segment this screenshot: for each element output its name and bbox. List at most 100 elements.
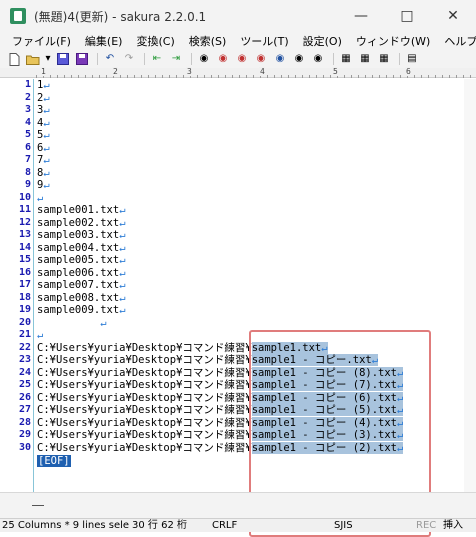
editor-line[interactable]: 24 C:¥Users¥yuria¥Desktop¥コマンド練習¥sample1 … [0,366,476,380]
line-text: C:¥Users¥yuria¥Desktop¥コマンド練習¥sample1 - … [37,404,404,417]
editor-line[interactable]: 7 7↵ [0,154,476,167]
line-text: 4↵ [37,117,50,130]
editor-line[interactable]: 16 sample006.txt↵ [0,267,476,280]
editor-line[interactable]: 22 C:¥Users¥yuria¥Desktop¥コマンド練習¥sample1.… [0,341,476,355]
ruler-label: 4 [259,67,265,76]
line-content: sample007.txt [37,279,120,291]
new-file-icon[interactable] [6,52,22,66]
line-content: C:¥Users¥yuria¥Desktop¥コマンド練習¥ [37,341,252,354]
line-text: C:¥Users¥yuria¥Desktop¥コマンド練習¥sample1 - … [37,379,404,392]
return-mark-icon: ↵ [43,141,50,154]
return-mark-icon: ↵ [43,104,50,116]
compare-icon[interactable]: ◉ [310,52,326,66]
menu-edit[interactable]: 編集(E) [85,33,123,49]
jump-back-icon[interactable]: ⇤ [149,52,165,66]
line-content [37,317,100,329]
sakura-app-icon[interactable] [10,8,26,24]
scroll-thumb[interactable] [32,505,44,506]
line-content: sample004.txt [37,241,120,254]
toolbar-separator [399,53,400,65]
line-text: sample009.txt↵ [37,304,126,317]
line-number: 19 [18,304,31,315]
editor-line[interactable]: 20 ↵ [0,317,476,330]
grep-icon[interactable]: ◉ [272,52,288,66]
editor-line[interactable]: 12 sample002.txt↵ [0,217,476,230]
vertical-scrollbar[interactable] [464,79,476,492]
maximize-icon[interactable]: □ [384,0,430,32]
editor-line[interactable]: 23 C:¥Users¥yuria¥Desktop¥コマンド練習¥sample1 … [0,354,476,367]
paste-icon[interactable]: ▦ [357,52,373,66]
close-icon[interactable]: ✕ [430,0,476,32]
editor-line[interactable]: 26 C:¥Users¥yuria¥Desktop¥コマンド練習¥sample1 … [0,391,476,405]
title-bar: (無題)4(更新) - sakura 2.2.0.1 — □ ✕ [0,0,476,32]
save-icon[interactable] [55,52,71,66]
editor-line[interactable]: 15 sample005.txt↵ [0,254,476,267]
editor-line[interactable]: 17 sample007.txt↵ [0,279,476,292]
editor-line[interactable]: 10 ↵ [0,192,476,205]
editor-line[interactable]: 6 6↵ [0,142,476,155]
search-icon[interactable]: ◉ [196,52,212,66]
view-icon[interactable]: ▤ [404,52,420,66]
editor-line[interactable]: 8 8↵ [0,167,476,180]
line-text: sample004.txt↵ [37,242,126,255]
window-title: (無題)4(更新) - sakura 2.2.0.1 [34,9,207,24]
editor-line[interactable]: 21 ↵ [0,329,476,342]
menu-file[interactable]: ファイル(F) [12,33,71,49]
compare-files-icon[interactable]: ▦ [376,52,392,66]
line-text: sample003.txt↵ [37,229,126,242]
menu-search[interactable]: 検索(S) [189,33,227,49]
menu-tools[interactable]: ツール(T) [240,33,288,49]
line-number: 11 [18,204,31,215]
dropdown-arrow-icon[interactable]: ▾ [44,52,52,66]
replace-icon[interactable]: ◉ [253,52,269,66]
menu-help[interactable]: ヘルプ(H) [444,33,476,49]
editor-line[interactable]: 11 sample001.txt↵ [0,204,476,217]
return-mark-icon: ↵ [397,416,404,429]
editor-line[interactable]: 5 5↵ [0,129,476,142]
redo-icon[interactable]: ↷ [121,52,137,66]
search-prev-icon[interactable]: ◉ [215,52,231,66]
line-number: 30 [18,441,31,453]
line-number: 9 [24,179,31,190]
return-mark-icon: ↵ [119,229,126,241]
line-text: C:¥Users¥yuria¥Desktop¥コマンド練習¥sample1 - … [37,366,404,380]
editor-line[interactable]: 19 sample009.txt↵ [0,304,476,317]
menu-convert[interactable]: 変換(C) [136,33,174,49]
return-mark-icon: ↵ [397,391,404,404]
return-mark-icon: ↵ [100,316,107,329]
selected-text: sample1 - コピー (5).txt [251,404,398,416]
line-number: 23 [18,354,31,365]
editor-line[interactable]: 28 C:¥Users¥yuria¥Desktop¥コマンド練習¥sample1 … [0,416,476,430]
save-all-icon[interactable] [74,52,90,66]
editor-line[interactable]: 18 sample008.txt↵ [0,292,476,305]
copy-icon[interactable]: ▦ [338,52,354,66]
search-next-icon[interactable]: ◉ [234,52,250,66]
editor-line[interactable]: 13 sample003.txt↵ [0,229,476,242]
eof-line: [EOF] [0,455,476,468]
menu-settings[interactable]: 設定(O) [303,33,342,49]
status-position: 30 行 62 桁 [132,520,187,531]
editor-line[interactable]: 14 sample004.txt↵ [0,242,476,255]
line-text: C:¥Users¥yuria¥Desktop¥コマンド練習¥sample1 - … [37,354,379,367]
editor-line[interactable]: 1 1↵ [0,79,476,92]
text-editor[interactable]: 1 1↵ 2 2↵ 3 3↵ 4 4↵ 5 5↵ 6 6↵ 7 7↵ 8 8↵ 9 9↵ 10 ↵ 11 sample00… [0,79,476,537]
menu-window[interactable]: ウィンドウ(W) [356,33,430,49]
horizontal-scrollbar[interactable] [0,492,476,518]
editor-line[interactable]: 9 9↵ [0,179,476,192]
line-text: sample008.txt↵ [37,292,126,305]
jump-forward-icon[interactable]: ⇥ [168,52,184,66]
editor-line[interactable]: 30 C:¥Users¥yuria¥Desktop¥コマンド練習¥sample1 … [0,441,476,455]
undo-icon[interactable]: ↶ [102,52,118,66]
status-bar: 25 Columns * 9 lines sele 30 行 62 桁 CRLF… [0,518,476,532]
minimize-icon[interactable]: — [338,0,384,32]
editor-line[interactable]: 29 C:¥Users¥yuria¥Desktop¥コマンド練習¥sample1 … [0,429,476,442]
line-text: ↵ [37,329,43,342]
open-file-icon[interactable] [25,52,41,66]
editor-line[interactable]: 4 4↵ [0,117,476,130]
outline-icon[interactable]: ◉ [291,52,307,66]
editor-line[interactable]: 27 C:¥Users¥yuria¥Desktop¥コマンド練習¥sample1 … [0,404,476,417]
editor-line[interactable]: 3 3↵ [0,104,476,117]
line-content: C:¥Users¥yuria¥Desktop¥コマンド練習¥ [37,366,252,379]
editor-line[interactable]: 2 2↵ [0,92,476,105]
editor-line[interactable]: 25 C:¥Users¥yuria¥Desktop¥コマンド練習¥sample1 … [0,379,476,392]
